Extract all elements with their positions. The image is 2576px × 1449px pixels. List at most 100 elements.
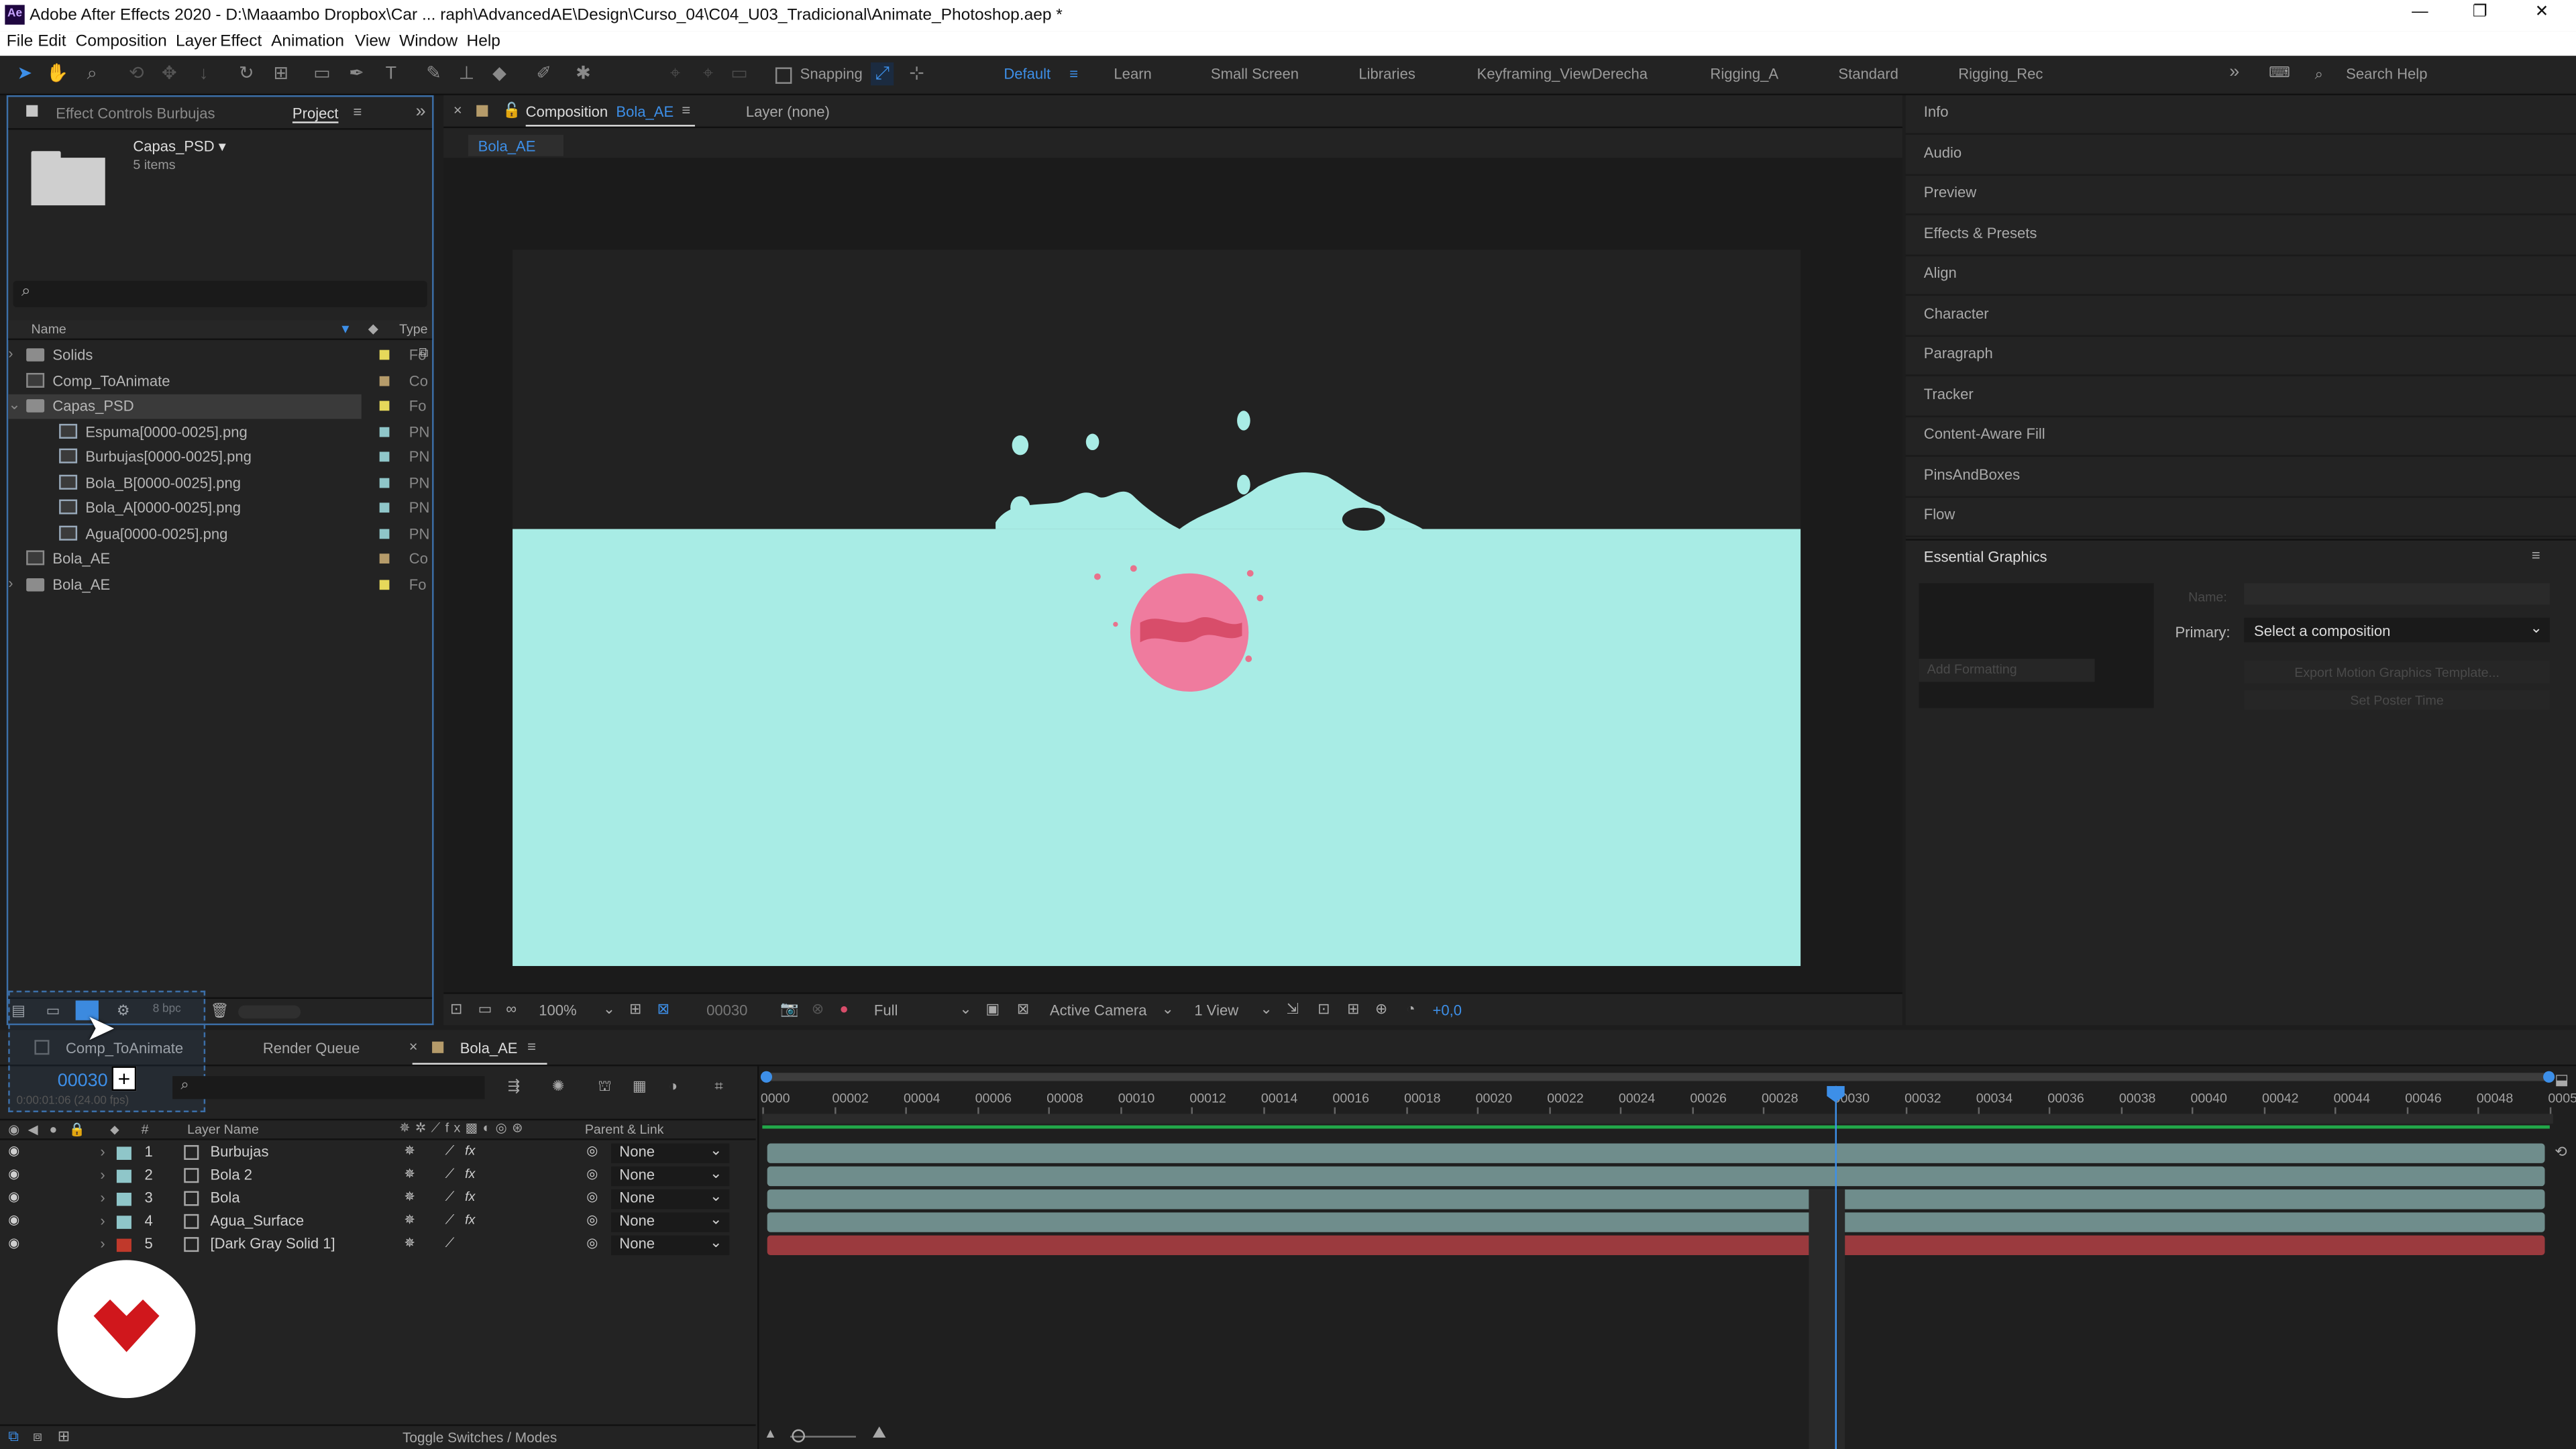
layer-label-swatch[interactable] — [116, 1238, 131, 1252]
timeline-timecode[interactable]: 00030 — [58, 1071, 108, 1091]
tab-bola-ae[interactable]: Bola_AE — [460, 1040, 518, 1056]
type-tool-icon[interactable]: T — [380, 62, 402, 85]
eye-icon[interactable]: ◉ — [8, 1212, 19, 1227]
vr-icon[interactable]: ▭ — [478, 1000, 492, 1018]
dolly-tool-icon[interactable]: ↓ — [193, 62, 215, 85]
expand-triangle-icon[interactable]: › — [100, 1189, 105, 1205]
menu-view[interactable]: View — [355, 33, 390, 51]
set-poster-time-button[interactable]: Set Poster Time — [2244, 690, 2550, 710]
workspace-standard[interactable]: Standard — [1838, 66, 1898, 82]
close-button[interactable]: ✕ — [2535, 3, 2549, 21]
project-scrollbar[interactable] — [238, 1005, 301, 1019]
flowchart-icon[interactable]: ⧉ — [419, 345, 428, 361]
render-time-icon[interactable]: ⧉ — [8, 1428, 19, 1446]
trash-icon[interactable]: 🗑 — [210, 1002, 229, 1020]
fast-preview-icon[interactable]: ⊡ — [1318, 1000, 1330, 1018]
maximize-button[interactable]: ❐ — [2473, 3, 2487, 21]
label-color-swatch[interactable] — [379, 477, 390, 488]
expand-triangle-icon[interactable]: ⌄ — [8, 396, 20, 414]
layer-switches-icon[interactable]: ⧈ — [33, 1428, 42, 1446]
layer-name[interactable]: Bola — [210, 1189, 239, 1205]
pickwhip-icon[interactable]: ◎ — [586, 1212, 598, 1227]
workspace-keyframing[interactable]: Keyframing_ViewDerecha — [1477, 66, 1648, 82]
right-panel-item[interactable]: Paragraph — [1905, 337, 2576, 376]
type-column-header[interactable]: Type — [399, 322, 427, 337]
layer-duration-bar[interactable] — [767, 1212, 2545, 1232]
zoom-out-icon[interactable]: ▲ — [764, 1426, 777, 1441]
right-panel-item[interactable]: Effects & Presets — [1905, 216, 2576, 256]
workspace-rigging-a[interactable]: Rigging_A — [1710, 66, 1778, 82]
effect-switch[interactable]: fx — [465, 1212, 475, 1227]
comp-breadcrumb[interactable]: Bola_AE — [468, 134, 564, 156]
lock-icon[interactable]: 🔓 — [502, 102, 521, 120]
layer-tab[interactable]: Layer (none) — [746, 103, 830, 119]
layer-row[interactable]: ◉ › 2 Bola 2 ✵ ⟋ fx ◎ None ⌄ — [0, 1165, 756, 1187]
puppet-tool-icon[interactable]: ✱ — [572, 62, 594, 85]
tab-render-queue[interactable]: Render Queue — [263, 1040, 360, 1056]
region-of-interest-icon[interactable]: ▣ — [985, 1000, 1000, 1018]
show-snapshot-icon[interactable]: ⊗ — [812, 1000, 824, 1018]
eraser-tool-icon[interactable]: ◆ — [488, 62, 511, 85]
label-color-swatch[interactable] — [379, 579, 390, 589]
label-color-swatch[interactable] — [379, 375, 390, 386]
shy-switch-icon[interactable]: ✵ — [404, 1144, 415, 1159]
layer-row[interactable]: ◉ › 1 Burbujas ✵ ⟋ fx ◎ None ⌄ — [0, 1142, 756, 1165]
audio-switch-icon[interactable]: ◀ — [28, 1122, 38, 1137]
quality-switch-icon[interactable]: ⟋ — [445, 1212, 455, 1228]
motion-blur-icon[interactable]: ◑ — [669, 1078, 678, 1094]
layer-label-swatch[interactable] — [116, 1216, 131, 1229]
time-ruler[interactable]: 0000 00002 00004 00006 00008 00010 00012 00014 0… — [759, 1083, 2576, 1116]
resolution-dropdown[interactable]: Full — [874, 1002, 898, 1018]
layer-name[interactable]: [Dark Gray Solid 1] — [210, 1236, 335, 1252]
layer-label-swatch[interactable] — [116, 1146, 131, 1160]
workspace-rigging-rec[interactable]: Rigging_Rec — [1958, 66, 2043, 82]
layer-row[interactable]: ◉ › 4 Agua_Surface ✵ ⟋ fx ◎ None ⌄ — [0, 1211, 756, 1234]
pickwhip-icon[interactable]: ◎ — [586, 1167, 598, 1181]
label-color-swatch[interactable] — [379, 528, 390, 539]
eye-icon[interactable]: ◉ — [8, 1167, 19, 1181]
quality-switch-icon[interactable]: ⟋ — [445, 1236, 455, 1252]
grid-icon[interactable]: ⊞ — [629, 1000, 641, 1018]
menu-effect[interactable]: Effect — [220, 33, 262, 51]
flowchart-icon[interactable]: ⊕ — [1375, 1000, 1387, 1018]
project-item[interactable]: Agua[0000-0025].png PN — [8, 522, 429, 547]
project-item[interactable]: Bola_AE Co — [8, 547, 429, 572]
keyboard-icon[interactable]: ⌨ — [2269, 64, 2290, 83]
workspace-small-screen[interactable]: Small Screen — [1211, 66, 1299, 82]
selection-tool-icon[interactable]: ➤ — [13, 62, 36, 85]
timeline-link-icon[interactable]: ⊞ — [1347, 1000, 1359, 1018]
name-input[interactable] — [2244, 583, 2550, 605]
chevron-down-icon[interactable]: ⌄ — [603, 1000, 615, 1018]
project-item[interactable]: ⌄ Capas_PSD Fo — [8, 394, 427, 419]
comp-tab-label[interactable]: Composition — [526, 103, 608, 119]
quality-switch-icon[interactable]: ⟋ — [445, 1167, 455, 1183]
camera-dropdown[interactable]: Active Camera — [1050, 1002, 1147, 1018]
eye-icon[interactable]: ◉ — [8, 1236, 19, 1250]
view-layout-dropdown[interactable]: 1 View — [1194, 1002, 1238, 1018]
label-column-icon[interactable]: ⬥ — [368, 321, 378, 339]
zoom-in-icon[interactable]: ⛰ — [872, 1424, 886, 1442]
work-area-start-handle[interactable] — [760, 1071, 773, 1083]
transparency-grid-icon[interactable]: ⊠ — [657, 1000, 669, 1018]
brush-tool-icon[interactable]: ✎ — [422, 62, 445, 85]
layer-duration-bar[interactable] — [767, 1166, 2545, 1187]
lock-switch-icon[interactable]: 🔒 — [69, 1122, 85, 1137]
name-column-header[interactable]: Name — [32, 322, 66, 337]
video-switch-icon[interactable]: ◉ — [8, 1122, 19, 1137]
layer-name-column[interactable]: Layer Name — [187, 1122, 259, 1137]
rotate-tool-icon[interactable]: ↻ — [235, 62, 258, 85]
hand-tool-icon[interactable]: ✋ — [46, 62, 69, 85]
timeline-menu-icon[interactable]: ≡ — [527, 1038, 536, 1055]
orbit-tool-icon[interactable]: ⟲ — [125, 62, 148, 85]
tab-project[interactable]: Project — [292, 105, 339, 123]
workspace-libraries[interactable]: Libraries — [1358, 66, 1415, 82]
clone-stamp-icon[interactable]: ⊥ — [455, 62, 478, 85]
expand-triangle-icon[interactable]: › — [8, 345, 13, 361]
menu-layer[interactable]: Layer — [176, 33, 217, 51]
layer-search-input[interactable]: ⌕ — [172, 1076, 485, 1099]
project-item[interactable]: Comp_ToAnimate Co — [8, 369, 429, 394]
layer-name[interactable]: Burbujas — [210, 1144, 268, 1160]
toggle-pixel-aspect-icon[interactable]: ⇲ — [1287, 1000, 1299, 1018]
quality-switch-icon[interactable]: ⟋ — [445, 1144, 455, 1160]
time-navigator[interactable] — [762, 1114, 2553, 1124]
